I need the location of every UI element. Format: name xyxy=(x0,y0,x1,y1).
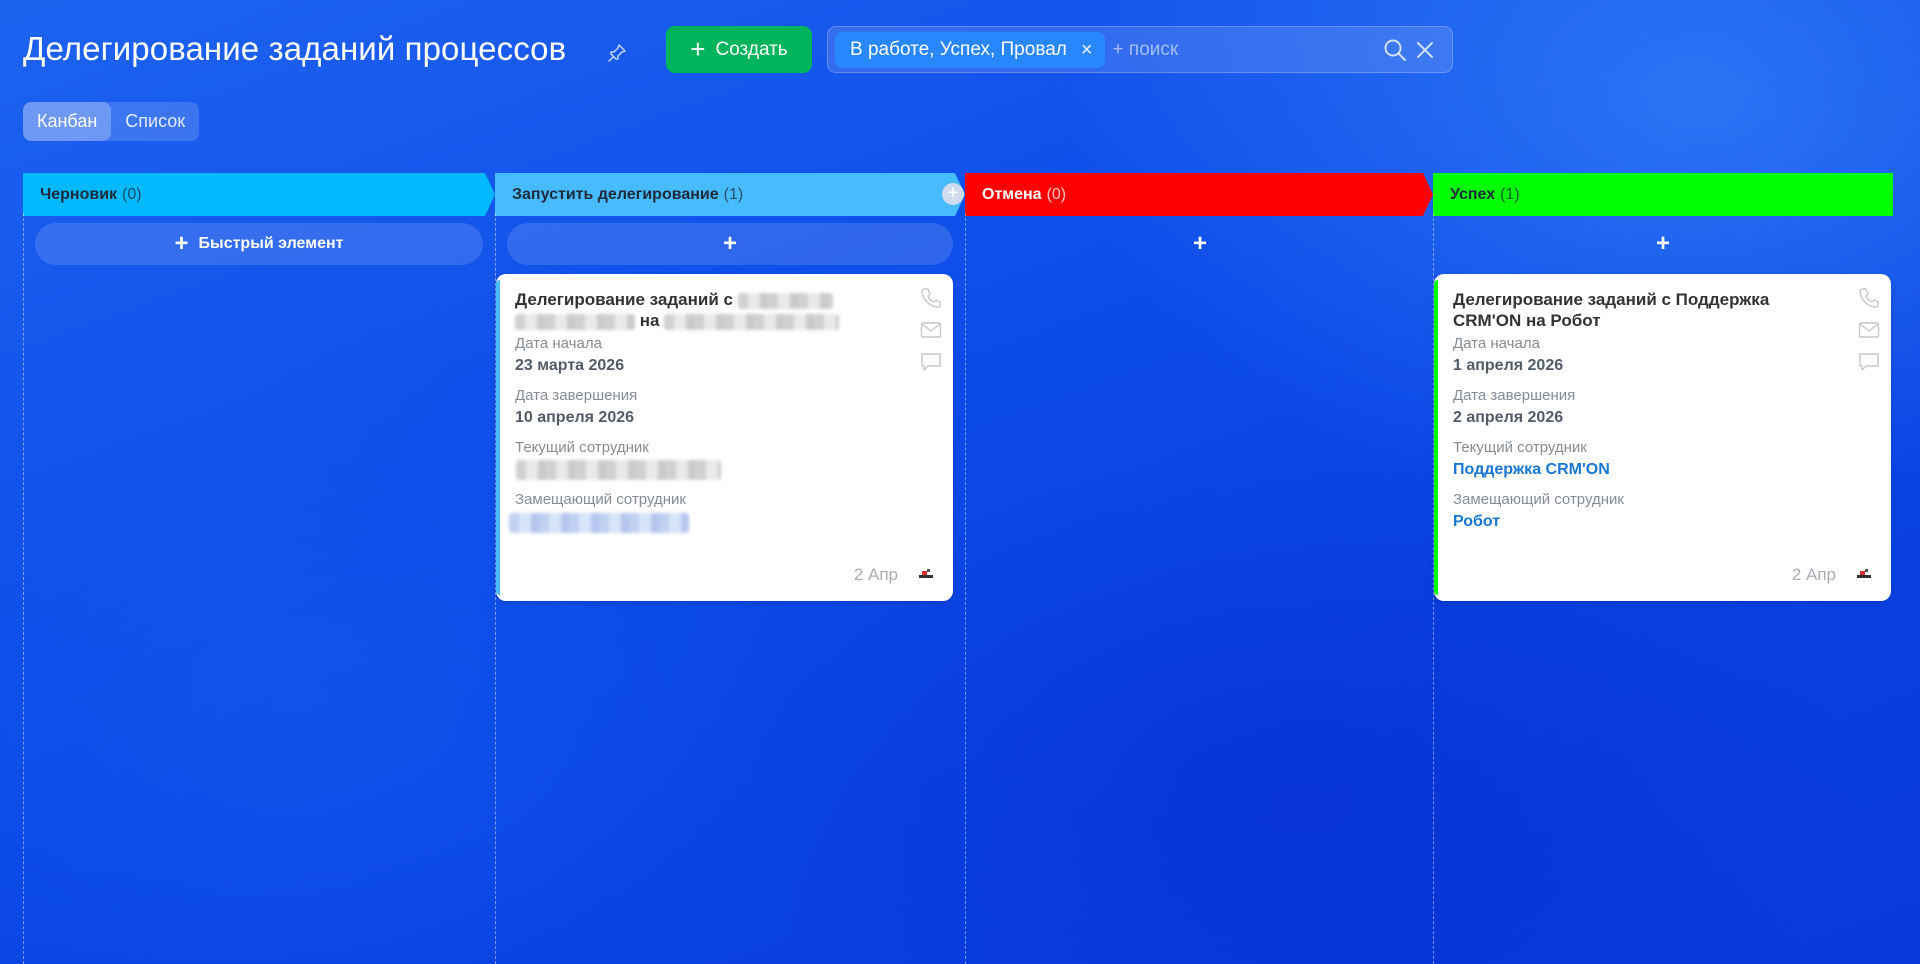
mail-icon[interactable] xyxy=(1857,318,1881,342)
card-accent xyxy=(496,280,500,595)
avatar-icon[interactable] xyxy=(919,569,933,579)
redacted-employee xyxy=(509,513,689,533)
add-stage-icon[interactable]: + xyxy=(942,183,964,205)
column-divider xyxy=(23,213,24,964)
column-title: Успех xyxy=(1450,185,1496,203)
card-title-mid: на xyxy=(639,311,660,330)
end-date-value: 2 апреля 2026 xyxy=(1453,409,1564,426)
chat-icon[interactable] xyxy=(919,350,943,374)
column-header[interactable]: Запустить делегирование (1) xyxy=(495,173,743,216)
tab-kanban[interactable]: Канбан xyxy=(23,102,112,141)
column-cancel: Отмена (0) + xyxy=(965,173,1433,964)
quick-add-button[interactable]: + xyxy=(977,223,1423,265)
column-count: (0) xyxy=(122,185,142,203)
mail-icon[interactable] xyxy=(919,318,943,342)
quick-add-button[interactable]: + Быстрый элемент xyxy=(35,223,483,265)
replacing-employee-label: Замещающий сотрудник xyxy=(515,491,686,508)
page-title: Делегирование заданий процессов xyxy=(23,30,567,67)
column-start-delegation: Запустить делегирование (1) + + Делегиро… xyxy=(495,173,965,964)
column-header[interactable]: Черновик (0) xyxy=(23,173,142,216)
search-icon[interactable] xyxy=(1382,37,1408,63)
kanban-card[interactable]: Делегирование заданий с Поддержка CRM'ON… xyxy=(1434,274,1891,601)
card-date: 2 Апр xyxy=(1791,565,1836,584)
end-date-label: Дата завершения xyxy=(1453,387,1576,404)
kanban-card[interactable]: Делегирование заданий с на Дата начала 2… xyxy=(496,274,953,601)
column-title: Черновик xyxy=(40,185,118,203)
current-employee-label: Текущий сотрудник xyxy=(515,439,649,456)
column-draft: Черновик (0) + Быстрый элемент xyxy=(23,173,495,964)
column-title: Запустить делегирование xyxy=(512,185,719,203)
column-divider xyxy=(965,213,966,964)
start-date-value: 1 апреля 2026 xyxy=(1453,357,1564,374)
card-title-prefix: Делегирование заданий с xyxy=(515,290,733,309)
create-button[interactable]: + Создать xyxy=(666,26,812,73)
column-count: (1) xyxy=(1500,185,1520,203)
start-date-value: 23 марта 2026 xyxy=(515,357,625,374)
card-accent xyxy=(1434,280,1438,595)
plus-icon: + xyxy=(722,230,737,257)
column-header[interactable]: Отмена (0) xyxy=(965,173,1066,216)
search-filter-box[interactable]: В работе, Успех, Провал × xyxy=(827,26,1453,73)
create-button-label: Создать xyxy=(715,38,788,60)
clear-icon[interactable] xyxy=(1414,39,1436,61)
filter-chip[interactable]: В работе, Успех, Провал × xyxy=(835,31,1105,68)
current-employee-link[interactable]: Поддержка CRM'ON xyxy=(1453,461,1610,479)
column-count: (1) xyxy=(723,185,744,203)
quick-add-button[interactable]: + xyxy=(507,223,953,265)
card-date: 2 Апр xyxy=(853,565,898,584)
card-title[interactable]: Делегирование заданий с на xyxy=(515,289,885,331)
phone-icon[interactable] xyxy=(919,286,943,310)
column-count: (0) xyxy=(1046,185,1067,203)
card-title[interactable]: Делегирование заданий с Поддержка CRM'ON… xyxy=(1453,289,1823,331)
column-title: Отмена xyxy=(982,185,1042,203)
view-switch: Канбан Список xyxy=(23,102,200,141)
phone-icon[interactable] xyxy=(1857,286,1881,310)
chat-icon[interactable] xyxy=(1857,350,1881,374)
tab-list[interactable]: Список xyxy=(111,102,199,141)
replacing-employee-link[interactable]: Робот xyxy=(1453,513,1500,531)
pin-icon[interactable] xyxy=(607,43,627,63)
quick-add-button[interactable]: + xyxy=(1441,223,1885,265)
end-date-value: 10 апреля 2026 xyxy=(515,409,635,426)
filter-chip-label: В работе, Успех, Провал xyxy=(850,38,1067,60)
current-employee-label: Текущий сотрудник xyxy=(1453,439,1587,456)
plus-icon: + xyxy=(690,33,706,64)
redacted-name xyxy=(737,292,833,309)
close-icon[interactable]: × xyxy=(1081,40,1093,60)
redacted-name xyxy=(664,313,840,330)
replacing-employee-label: Замещающий сотрудник xyxy=(1453,491,1624,508)
plus-icon: + xyxy=(1655,230,1670,257)
column-success: Успех (1) + Делегирование заданий с Подд… xyxy=(1433,173,1893,964)
start-date-label: Дата начала xyxy=(1453,335,1540,352)
kanban-board: Черновик (0) + Быстрый элемент Запустить… xyxy=(23,173,1893,964)
plus-icon: + xyxy=(1192,230,1207,257)
quick-add-label: Быстрый элемент xyxy=(198,235,344,252)
search-input[interactable] xyxy=(1112,38,1382,61)
avatar-icon[interactable] xyxy=(1857,569,1871,579)
plus-icon: + xyxy=(174,230,189,257)
redacted-employee xyxy=(516,460,721,480)
redacted-name xyxy=(515,313,635,330)
start-date-label: Дата начала xyxy=(515,335,602,352)
column-header[interactable]: Успех (1) xyxy=(1433,173,1520,216)
end-date-label: Дата завершения xyxy=(515,387,638,404)
